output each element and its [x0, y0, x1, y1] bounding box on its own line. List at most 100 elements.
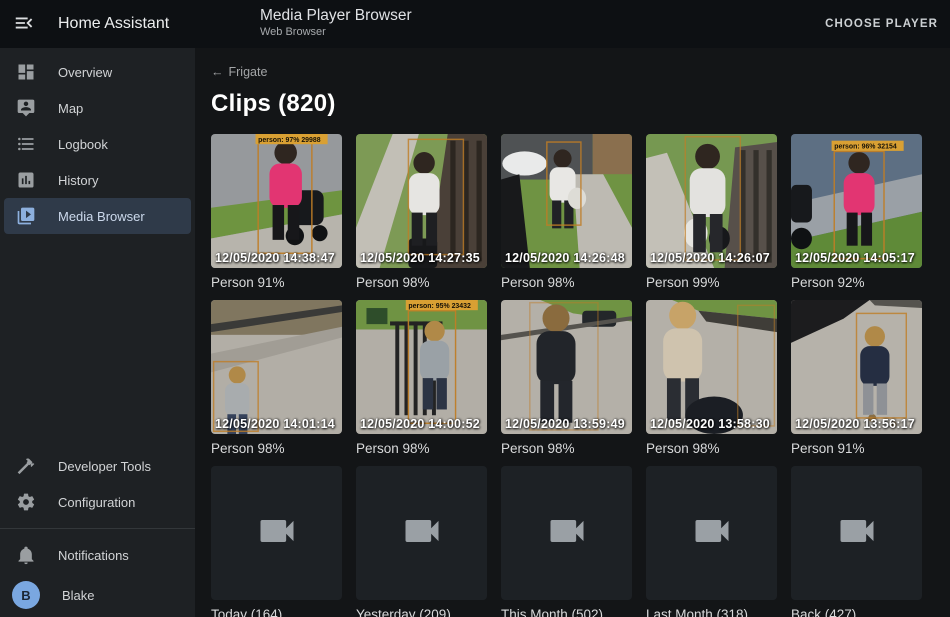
folder-tile-yesterday-209[interactable] [356, 466, 487, 600]
clip-timestamp-overlay: 12/05/2020 14:05:17 [795, 251, 915, 265]
video-icon [400, 509, 444, 558]
clip-caption: Person 91% [791, 440, 922, 457]
clip-item: 12/05/2020 13:56:17 Person 91% [791, 300, 922, 457]
clip-thumbnail[interactable]: 12/05/2020 14:26:07 [646, 134, 777, 268]
folder-label: Last Month (318) [646, 606, 777, 617]
clip-thumbnail-image [501, 134, 632, 268]
folder-tile-today-164[interactable] [211, 466, 342, 600]
sidebar-item-developer-tools[interactable]: Developer Tools [4, 448, 191, 484]
video-icon [835, 509, 879, 558]
view-dashboard-icon [16, 62, 36, 82]
format-list-bulleted-icon [16, 134, 36, 154]
video-icon [690, 509, 734, 558]
clip-timestamp-overlay: 12/05/2020 14:00:52 [360, 417, 480, 431]
sidebar-divider [0, 528, 195, 529]
sidebar-item-media-browser[interactable]: Media Browser [4, 198, 191, 234]
app-header: Home Assistant Media Player Browser Web … [0, 0, 950, 48]
clip-item: 12/05/2020 13:59:49 Person 98% [501, 300, 632, 457]
clip-caption: Person 98% [501, 440, 632, 457]
sidebar-item-label: Media Browser [58, 209, 145, 224]
folder-item: Back (427) [791, 466, 922, 617]
folder-label: Back (427) [791, 606, 922, 617]
app-title: Home Assistant [58, 15, 169, 33]
hammer-icon [16, 456, 36, 476]
clip-thumbnail-image [356, 134, 487, 268]
clip-timestamp-overlay: 12/05/2020 13:56:17 [795, 417, 915, 431]
breadcrumb-back[interactable]: ← Frigate [211, 65, 267, 79]
page-header-title: Media Player Browser [260, 6, 412, 25]
clip-item: person: 97% 2998812/05/2020 14:38:47Pers… [211, 134, 342, 291]
play-box-multiple-icon [16, 206, 36, 226]
clip-item: person: 96% 32154 12/05/2020 14:05:17 Pers… [791, 134, 922, 291]
sidebar-item-logbook[interactable]: Logbook [4, 126, 191, 162]
clip-timestamp-overlay: 12/05/2020 13:59:49 [505, 417, 625, 431]
svg-text:person: 95% 23432: person: 95% 23432 [408, 303, 471, 310]
bell-icon [16, 545, 36, 565]
clip-thumbnail[interactable]: 12/05/2020 13:56:17 [791, 300, 922, 434]
sidebar-toggle-button[interactable] [0, 0, 48, 48]
clip-caption: Person 98% [646, 440, 777, 457]
folder-item: Yesterday (209) [356, 466, 487, 617]
video-icon [255, 509, 299, 558]
sidebar-item-label: History [58, 173, 98, 188]
sidebar-item-label: Overview [58, 65, 112, 80]
sidebar-item-notifications[interactable]: Notifications [4, 537, 191, 573]
clip-thumbnail[interactable]: 12/05/2020 14:01:14 [211, 300, 342, 434]
clip-thumbnail-image [501, 300, 632, 434]
clip-thumbnail[interactable]: 12/05/2020 13:59:49 [501, 300, 632, 434]
clip-caption: Person 98% [501, 274, 632, 291]
clip-caption: Person 99% [646, 274, 777, 291]
clip-timestamp-overlay: 12/05/2020 14:27:35 [360, 251, 480, 265]
clip-timestamp-overlay: 12/05/2020 14:01:14 [215, 417, 335, 431]
folder-tile-back-427[interactable] [791, 466, 922, 600]
avatar: B [12, 581, 40, 609]
clip-caption: Person 92% [791, 274, 922, 291]
sidebar-item-label: Notifications [58, 548, 129, 563]
back-arrow-icon: ← [211, 65, 224, 79]
clip-thumbnail-image [791, 300, 922, 434]
sidebar-item-overview[interactable]: Overview [4, 54, 191, 90]
user-name-label: Blake [62, 588, 95, 603]
page-header-subtitle: Web Browser [260, 26, 412, 40]
clip-timestamp-overlay: 12/05/2020 14:26:48 [505, 251, 625, 265]
video-icon [545, 509, 589, 558]
folder-label: Yesterday (209) [356, 606, 487, 617]
sidebar-item-user-profile[interactable]: B Blake [4, 573, 191, 617]
clip-item: 12/05/2020 14:27:35 Person 98% [356, 134, 487, 291]
folder-tile-this-month-502[interactable] [501, 466, 632, 600]
folder-item: Today (164) [211, 466, 342, 617]
clip-thumbnail[interactable]: person: 96% 32154 12/05/2020 14:05:17 [791, 134, 922, 268]
main-content: ← Frigate Clips (820) person: 97% 299881… [195, 48, 950, 617]
clip-timestamp-overlay: 12/05/2020 14:38:47 [215, 251, 335, 265]
clip-thumbnail-image: person: 96% 32154 [791, 134, 922, 268]
chart-box-icon [16, 170, 36, 190]
clip-caption: Person 98% [211, 440, 342, 457]
svg-text:person: 96% 32154: person: 96% 32154 [834, 143, 897, 150]
media-browser-header: Media Player Browser Web Browser [260, 6, 412, 40]
clip-thumbnail-image [211, 300, 342, 434]
clip-item: 12/05/2020 13:58:30 Person 98% [646, 300, 777, 457]
folder-item: Last Month (318) [646, 466, 777, 617]
sidebar-item-history[interactable]: History [4, 162, 191, 198]
clip-item: person: 95% 2343212/05/2020 14:00:52Pers… [356, 300, 487, 457]
clip-thumbnail[interactable]: 12/05/2020 14:26:48 [501, 134, 632, 268]
clip-thumbnail-image [646, 300, 777, 434]
folder-label: Today (164) [211, 606, 342, 617]
clips-grid: person: 97% 29988 12/05/2020 14:38:47 Pers… [211, 134, 950, 617]
choose-player-button[interactable]: CHOOSE PLAYER [825, 0, 938, 48]
clip-thumbnail-image [646, 134, 777, 268]
clip-thumbnail-image: person: 97% 29988 [211, 134, 342, 268]
clip-thumbnail[interactable]: person: 95% 23432 12/05/2020 14:00:52 [356, 300, 487, 434]
folder-item: This Month (502) [501, 466, 632, 617]
clip-caption: Person 98% [356, 274, 487, 291]
clip-thumbnail-image: person: 95% 23432 [356, 300, 487, 434]
folder-tile-last-month-318[interactable] [646, 466, 777, 600]
clip-thumbnail[interactable]: person: 97% 29988 12/05/2020 14:38:47 [211, 134, 342, 268]
svg-text:person: 97% 29988: person: 97% 29988 [258, 137, 321, 144]
clip-thumbnail[interactable]: 12/05/2020 14:27:35 [356, 134, 487, 268]
clip-thumbnail[interactable]: 12/05/2020 13:58:30 [646, 300, 777, 434]
sidebar-item-configuration[interactable]: Configuration [4, 484, 191, 520]
clip-item: 12/05/2020 14:01:14 Person 98% [211, 300, 342, 457]
sidebar-item-map[interactable]: Map [4, 90, 191, 126]
clip-timestamp-overlay: 12/05/2020 14:26:07 [650, 251, 770, 265]
